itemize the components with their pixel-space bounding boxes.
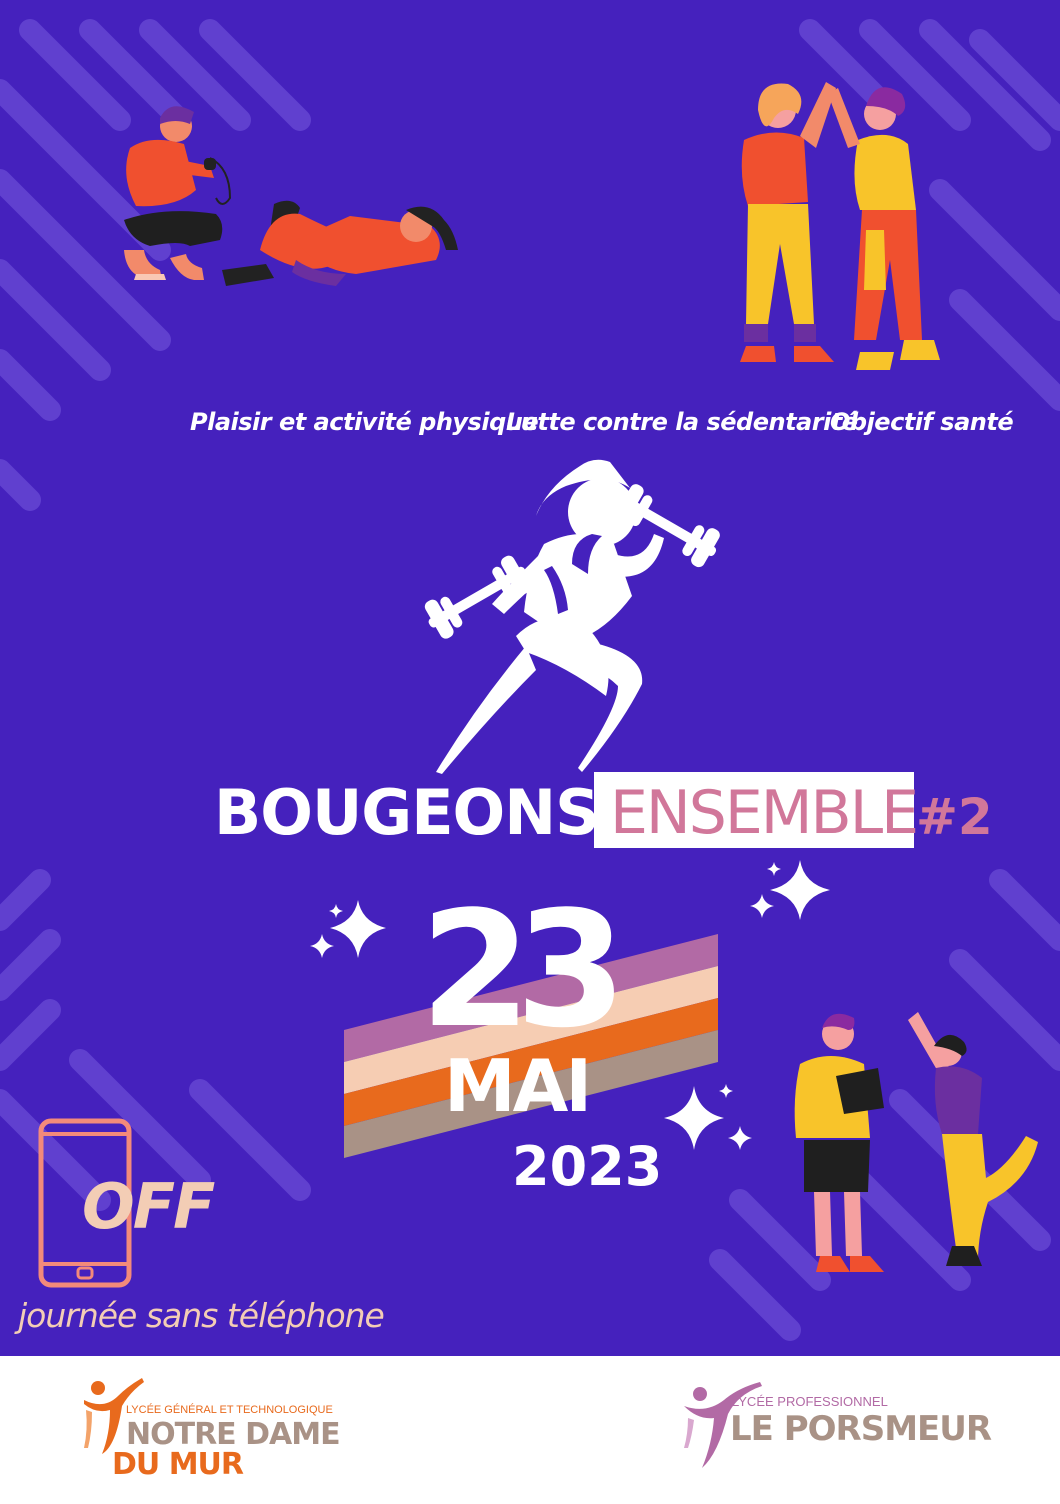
tagline-pleasure: Plaisir et activité physique: [190, 408, 539, 436]
logo-le-porsmeur: LYCÉE PROFESSIONNEL LE PORSMEUR: [680, 1378, 1010, 1478]
le-porsmeur-subtitle: LYCÉE PROFESSIONNEL: [732, 1394, 888, 1409]
stretching-coach-illustration: [794, 1012, 1038, 1272]
edition-number: #2: [916, 788, 993, 846]
date-year: 2023: [512, 1135, 663, 1198]
phone-free-day-text: journée sans téléphone: [18, 1296, 385, 1335]
notre-dame-subtitle: LYCÉE GÉNÉRAL ET TECHNOLOGIQUE: [126, 1404, 333, 1416]
date-month: MAI: [444, 1044, 592, 1128]
sparkles-right-icon: [750, 860, 830, 920]
notre-dame-name-line2: DU MUR: [112, 1447, 244, 1482]
phone-off-label: OFF: [82, 1170, 215, 1243]
poster: Plaisir et activité physique Lutte contr…: [0, 0, 1060, 1356]
tagline-health: Objectif santé: [830, 408, 1014, 436]
footer: LYCÉE GÉNÉRAL ET TECHNOLOGIQUE NOTRE DAM…: [0, 1356, 1060, 1504]
title-main: BOUGEONS: [214, 776, 600, 849]
tagline-sedentary: Lutte contre la sédentarité: [506, 408, 858, 436]
coach-situps-illustration: [124, 106, 458, 286]
notre-dame-name-line1: NOTRE DAME: [126, 1417, 341, 1452]
date-day: 23: [420, 876, 627, 1063]
logo-notre-dame-du-mur: LYCÉE GÉNÉRAL ET TECHNOLOGIQUE NOTRE DAM…: [80, 1374, 360, 1484]
high-five-illustration: [740, 82, 940, 370]
runner-dumbbell-icon: [424, 459, 720, 774]
le-porsmeur-name: LE PORSMEUR: [730, 1409, 992, 1449]
title-accent: ENSEMBLE: [610, 778, 919, 848]
